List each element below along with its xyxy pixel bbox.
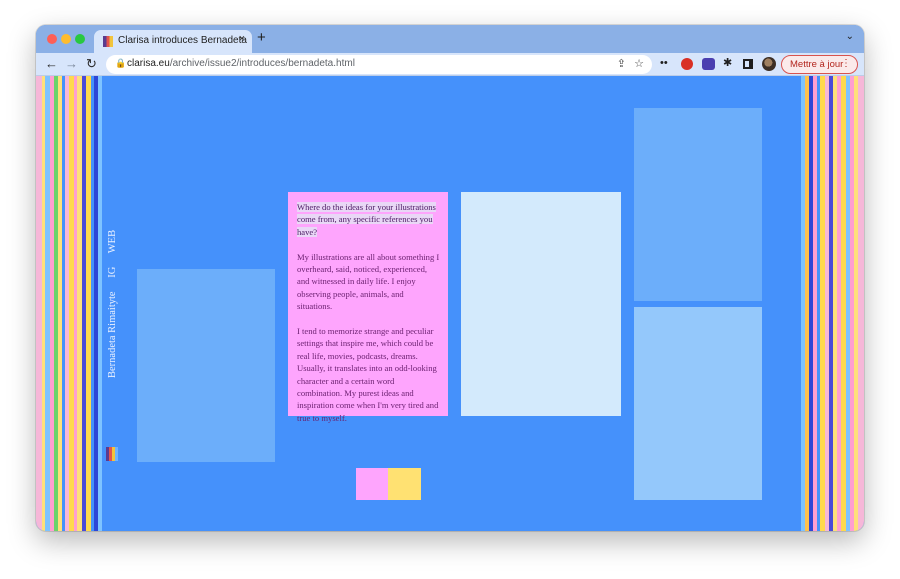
- interview-question: Where do the ideas for your illustration…: [297, 201, 440, 238]
- favicon-icon: [103, 36, 113, 47]
- new-tab-button[interactable]: +: [257, 29, 266, 46]
- update-button[interactable]: Mettre à jour ⋮: [781, 55, 858, 74]
- url-text[interactable]: clarisa.eu/archive/issue2/introduces/ber…: [127, 58, 355, 69]
- answer-paragraph-1: My illustrations are all about something…: [297, 251, 440, 312]
- tab-active[interactable]: Clarisa introduces Bernadeta ×: [94, 30, 252, 53]
- side-links: Bernadeta Rimaityte IG WEB: [107, 219, 118, 378]
- bookmark-star-icon[interactable]: ☆: [634, 57, 644, 70]
- image-card-left: [137, 269, 275, 462]
- ig-link[interactable]: IG: [107, 267, 118, 278]
- web-link[interactable]: WEB: [107, 230, 118, 253]
- artist-name-link[interactable]: Bernadeta Rimaityte: [107, 291, 118, 378]
- zoom-window-button[interactable]: [75, 34, 85, 44]
- image-card-top-right: [634, 108, 762, 301]
- address-bar[interactable]: 🔒 clarisa.eu/archive/issue2/introduces/b…: [106, 55, 652, 74]
- color-swatch-yellow[interactable]: [388, 468, 421, 500]
- question-highlight: Where do the ideas for your illustration…: [297, 202, 436, 237]
- tab-close-icon[interactable]: ×: [239, 33, 245, 45]
- tab-bar: Clarisa introduces Bernadeta × + ⌄: [36, 25, 864, 53]
- kebab-menu-icon[interactable]: ⋮: [841, 58, 851, 69]
- browser-window: Clarisa introduces Bernadeta × + ⌄ ← → ↻…: [36, 25, 864, 531]
- extension-red-icon[interactable]: [681, 58, 693, 70]
- close-window-button[interactable]: [47, 34, 57, 44]
- extension-purple-icon[interactable]: [702, 58, 715, 70]
- browser-toolbar: ← → ↻ 🔒 clarisa.eu/archive/issue2/introd…: [36, 53, 864, 76]
- profile-avatar[interactable]: [762, 57, 776, 71]
- minimize-window-button[interactable]: [61, 34, 71, 44]
- back-button[interactable]: ←: [45, 56, 58, 71]
- forward-button[interactable]: →: [65, 56, 78, 71]
- site-logo-icon[interactable]: [106, 447, 118, 461]
- url-host: clarisa.eu: [127, 58, 170, 69]
- extension-dots-icon[interactable]: ••: [660, 57, 668, 69]
- page-content: Bernadeta Rimaityte IG WEB Where do the …: [36, 76, 864, 531]
- url-path: /archive/issue2/introduces/bernadeta.htm…: [169, 58, 355, 69]
- left-stripe-border: [36, 76, 102, 531]
- tab-title: Clarisa introduces Bernadeta: [118, 35, 247, 46]
- answer-paragraph-2: I tend to memorize strange and peculiar …: [297, 326, 439, 423]
- update-button-label: Mettre à jour: [790, 59, 844, 70]
- right-stripe-border: [801, 76, 864, 531]
- share-icon[interactable]: ⇪: [617, 57, 626, 70]
- side-panel-icon[interactable]: [743, 59, 753, 69]
- image-card-center: [461, 192, 621, 416]
- lock-icon: 🔒: [115, 58, 127, 68]
- extensions-puzzle-icon[interactable]: ✱: [723, 56, 732, 69]
- tab-search-chevron-icon[interactable]: ⌄: [846, 31, 854, 42]
- color-swatch-pink[interactable]: [356, 468, 389, 500]
- reload-button[interactable]: ↻: [86, 56, 97, 72]
- image-card-bottom-right: [634, 307, 762, 500]
- interview-text-card: Where do the ideas for your illustration…: [288, 192, 448, 423]
